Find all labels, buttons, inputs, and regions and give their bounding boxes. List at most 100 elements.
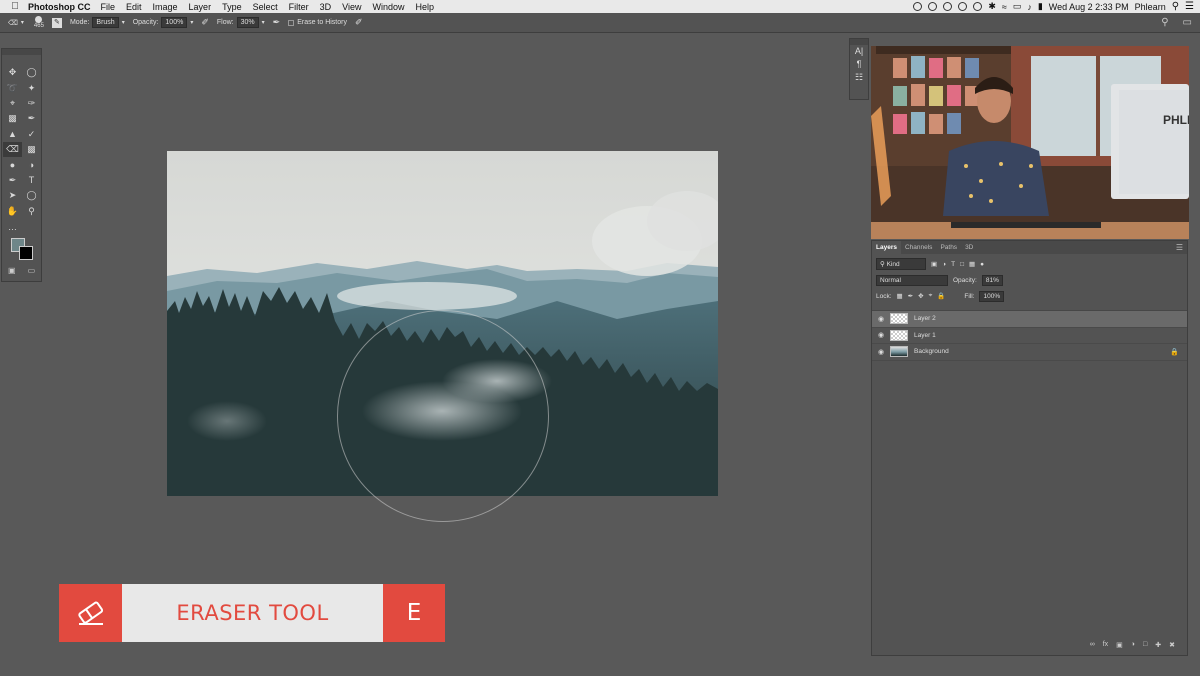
magic-wand-tool-icon[interactable]: ✦ — [22, 80, 41, 95]
marquee-tool-icon[interactable]: ◯ — [22, 65, 41, 80]
menu-edit[interactable]: Edit — [126, 2, 142, 12]
apple-menu-icon[interactable]:  — [8, 1, 22, 12]
dodge-tool-icon[interactable]: ◑ — [22, 157, 41, 172]
healing-brush-tool-icon[interactable]: ▩ — [3, 111, 22, 126]
tool-preset-picker[interactable]: ⌫ ▾ — [8, 19, 24, 27]
lock-all-icon[interactable]: 🔒 — [937, 292, 945, 300]
lock-artboard-icon[interactable]: ⌖ — [929, 292, 933, 300]
type-tool-icon[interactable]: T — [22, 173, 41, 188]
adjustment-layer-icon[interactable]: ◑ — [1131, 641, 1135, 649]
history-icon[interactable] — [973, 2, 983, 11]
menu-image[interactable]: Image — [153, 2, 178, 12]
menu-layer[interactable]: Layer — [189, 2, 212, 12]
screen-mode-icon[interactable]: ▭ — [28, 266, 36, 275]
layer-row-background[interactable]: ◉ Background 🔒 — [872, 344, 1187, 361]
record-icon[interactable] — [913, 2, 923, 11]
brush-tool-icon[interactable]: ✒ — [22, 111, 41, 126]
user-menu[interactable]: Phlearn — [1135, 2, 1166, 12]
search-icon[interactable]: ⚲ — [1161, 17, 1168, 28]
erase-history-checkbox[interactable] — [288, 19, 295, 26]
background-color-swatch[interactable] — [19, 246, 33, 260]
airbrush-button[interactable]: ✒ — [273, 17, 281, 28]
tab-paths[interactable]: Paths — [936, 241, 961, 254]
history-brush-tool-icon[interactable]: ✓ — [22, 127, 41, 142]
menu-select[interactable]: Select — [253, 2, 278, 12]
pressure-opacity-button[interactable]: ✐ — [201, 17, 209, 28]
wifi-icon[interactable]: ≈ — [1002, 2, 1007, 12]
layer-row-layer-1[interactable]: ◉ Layer 1 — [872, 328, 1187, 344]
clone-stamp-tool-icon[interactable]: ▲ — [3, 127, 22, 142]
brush-panel-toggle[interactable]: ✎ — [51, 17, 62, 28]
panel-menu-icon[interactable]: ☰ — [1176, 243, 1183, 252]
lock-position-icon[interactable]: ✥ — [918, 292, 923, 300]
menu-window[interactable]: Window — [372, 2, 404, 12]
notification-icon[interactable]: ☰ — [1185, 1, 1194, 12]
layer-opacity-input[interactable]: 81% — [981, 274, 1003, 286]
smart-object-filter-icon[interactable]: ▦ — [969, 260, 975, 268]
lock-image-icon[interactable]: ✒ — [908, 292, 913, 300]
gradient-tool-icon[interactable]: ▩ — [22, 142, 41, 157]
visibility-eye-icon[interactable]: ◉ — [872, 348, 890, 356]
eyedropper-tool-icon[interactable]: ✑ — [22, 96, 41, 111]
lock-transparent-icon[interactable]: ▦ — [897, 292, 903, 300]
sync-icon[interactable] — [943, 2, 953, 11]
app-menu[interactable]: Photoshop CC — [28, 2, 91, 12]
path-selection-tool-icon[interactable]: ➤ — [3, 188, 22, 203]
fill-input[interactable]: 100% — [979, 290, 1005, 302]
lasso-tool-icon[interactable]: ➰ — [3, 80, 22, 95]
menu-3d[interactable]: 3D — [320, 2, 332, 12]
tab-layers[interactable]: Layers — [872, 241, 901, 254]
new-group-icon[interactable]: □ — [1143, 641, 1147, 649]
opacity-input[interactable]: 100% — [161, 17, 188, 28]
pressure-size-button[interactable]: ✐ — [355, 17, 363, 28]
spotlight-icon[interactable]: ⚲ — [1172, 1, 1179, 12]
glyphs-panel-icon[interactable]: ☷ — [850, 71, 868, 84]
edit-toolbar-icon[interactable]: … — [3, 219, 22, 234]
menu-file[interactable]: File — [101, 2, 116, 12]
tab-channels[interactable]: Channels — [901, 241, 936, 254]
new-layer-icon[interactable]: ✚ — [1155, 641, 1161, 649]
shape-filter-icon[interactable]: □ — [960, 261, 964, 268]
add-mask-icon[interactable]: ▣ — [1116, 641, 1123, 649]
visibility-eye-icon[interactable]: ◉ — [872, 331, 890, 339]
link-layers-icon[interactable]: ∞ — [1090, 641, 1095, 649]
brush-size-picker[interactable]: 465 — [34, 16, 44, 29]
volume-icon[interactable]: ♪ — [1027, 2, 1032, 12]
visibility-eye-icon[interactable]: ◉ — [872, 315, 890, 323]
menu-view[interactable]: View — [342, 2, 361, 12]
eraser-tool-icon[interactable]: ⌫ — [3, 141, 22, 158]
adjustment-filter-icon[interactable]: ◑ — [942, 261, 946, 268]
tab-3d[interactable]: 3D — [961, 241, 977, 254]
layer-row-layer-2[interactable]: ◉ Layer 2 — [872, 311, 1187, 328]
delete-layer-icon[interactable]: ✖ — [1169, 641, 1175, 649]
blur-tool-icon[interactable]: ● — [3, 157, 22, 172]
flow-input[interactable]: 30% — [236, 17, 259, 28]
airplay-icon[interactable]: ▭ — [1013, 1, 1022, 12]
menu-type[interactable]: Type — [222, 2, 242, 12]
mode-select[interactable]: Brush — [92, 17, 119, 28]
blend-mode-select[interactable]: Normal — [876, 274, 948, 286]
workspace-icon[interactable]: ▭ — [1183, 17, 1192, 28]
move-tool-icon[interactable]: ✥ — [3, 65, 22, 80]
erase-history-option[interactable]: Erase to History — [288, 19, 347, 26]
datetime[interactable]: Wed Aug 2 2:33 PM — [1049, 2, 1129, 12]
character-panel-icon[interactable]: A| — [850, 45, 868, 58]
hand-tool-icon[interactable]: ✋ — [3, 204, 22, 219]
clock-icon[interactable] — [958, 2, 968, 11]
zoom-tool-icon[interactable]: ⚲ — [22, 204, 41, 219]
crop-tool-icon[interactable]: ⌖ — [3, 96, 22, 111]
menu-filter[interactable]: Filter — [289, 2, 309, 12]
type-filter-icon[interactable]: T — [951, 261, 955, 268]
filter-kind-select[interactable]: ⚲ Kind — [876, 258, 926, 270]
layer-style-icon[interactable]: fx — [1103, 641, 1108, 649]
filter-toggle-icon[interactable]: ● — [980, 261, 984, 268]
quick-mask-icon[interactable]: ▣ — [8, 266, 16, 275]
paragraph-panel-icon[interactable]: ¶ — [850, 58, 868, 71]
pen-tool-icon[interactable]: ✒ — [3, 173, 22, 188]
bluetooth-icon[interactable]: ✱ — [988, 1, 996, 12]
creative-cloud-icon[interactable] — [928, 2, 938, 11]
battery-icon[interactable]: ▮ — [1038, 1, 1043, 12]
shape-tool-icon[interactable]: ◯ — [22, 188, 41, 203]
pixel-filter-icon[interactable]: ▣ — [931, 260, 937, 268]
menu-help[interactable]: Help — [415, 2, 434, 12]
